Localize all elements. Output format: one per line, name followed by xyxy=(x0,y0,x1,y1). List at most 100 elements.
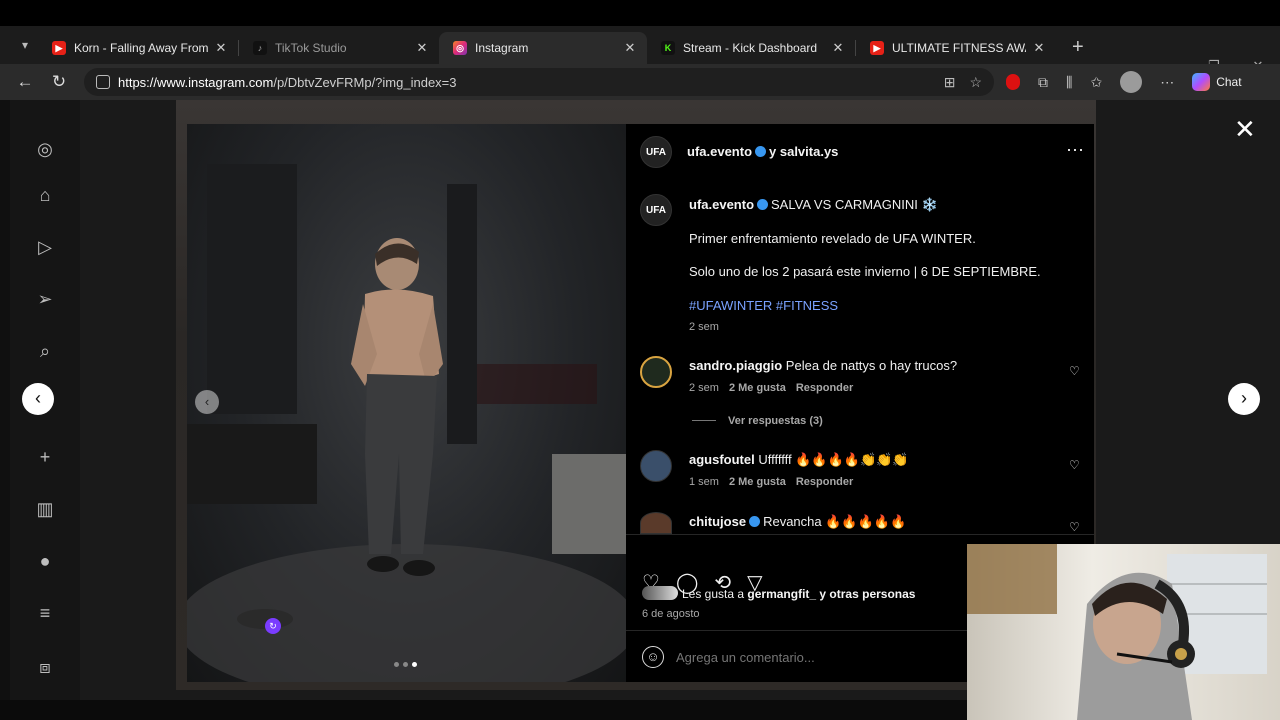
copilot-chat-button[interactable]: Chat xyxy=(1192,73,1242,91)
tab-tiktok-studio[interactable]: ♪ TikTok Studio ✕ xyxy=(239,32,439,64)
close-icon[interactable]: ✕ xyxy=(1032,40,1046,56)
close-icon[interactable]: ✕ xyxy=(831,40,845,56)
search-icon[interactable]: ⌕ xyxy=(34,340,56,362)
tab-kick-dashboard[interactable]: K Stream - Kick Dashboard ✕ xyxy=(647,32,855,64)
tab-ultimate-fitness[interactable]: ▶ ULTIMATE FITNESS AWARDS 8/ ✕ xyxy=(856,32,1056,64)
comment-likes[interactable]: 2 Me gusta xyxy=(729,476,786,488)
caption-line-2: Solo uno de los 2 pasará este invierno |… xyxy=(689,264,1041,279)
url-field[interactable]: https://www.instagram.com/p/DbtvZevFRMp/… xyxy=(84,68,994,96)
favorite-star-icon[interactable]: ☆ xyxy=(969,74,982,91)
reply-button[interactable]: Responder xyxy=(796,382,853,394)
comment-username[interactable]: sandro.piaggio xyxy=(689,358,782,373)
close-modal-icon[interactable]: ✕ xyxy=(1234,114,1256,145)
caption-username[interactable]: ufa.evento xyxy=(689,197,754,212)
comment-text: Ufffffff 🔥🔥🔥🔥👏👏👏 xyxy=(758,452,909,467)
tab-title: Stream - Kick Dashboard xyxy=(683,41,818,55)
favorites-icon[interactable]: ✩ xyxy=(1090,74,1102,91)
reload-icon[interactable]: ↻ xyxy=(42,72,76,92)
copilot-icon xyxy=(1192,73,1211,91)
more-options-icon[interactable]: ⋯ xyxy=(1066,140,1084,161)
comment-username[interactable]: agusfoutel xyxy=(689,452,755,467)
youtube-icon: ▶ xyxy=(870,41,884,55)
header-avatar[interactable]: UFA xyxy=(640,136,672,168)
comment-1: sandro.piaggio Pelea de nattys o hay tru… xyxy=(689,358,957,373)
comment-avatar[interactable] xyxy=(640,356,672,388)
home-icon[interactable]: ⌂ xyxy=(34,184,56,206)
likes-suffix[interactable]: y otras personas xyxy=(819,587,915,601)
streamer-webcam-illustration xyxy=(967,544,1267,720)
close-icon[interactable]: ✕ xyxy=(415,40,429,56)
back-arrow-icon[interactable]: ← xyxy=(8,72,42,92)
profile-icon[interactable]: ● xyxy=(34,550,56,572)
caption-avatar[interactable]: UFA xyxy=(640,194,672,226)
url-host: https://www.instagram.com xyxy=(118,74,274,90)
more-menu-icon[interactable]: ⋯ xyxy=(1160,74,1174,91)
tiktok-icon: ♪ xyxy=(253,41,267,55)
dashboard-icon[interactable]: ▥ xyxy=(34,498,56,520)
carousel-dot-active[interactable] xyxy=(412,662,417,667)
messages-icon[interactable]: ➢ xyxy=(34,288,56,310)
split-screen-icon[interactable]: ⫼ xyxy=(1066,74,1072,91)
menu-icon[interactable]: ≡ xyxy=(34,602,56,624)
extensions-puzzle-icon[interactable]: ⧉ xyxy=(1038,74,1048,91)
new-tab-plus-icon[interactable]: + xyxy=(1072,36,1084,59)
tab-instagram[interactable]: ◎ Instagram ✕ xyxy=(439,32,647,64)
site-info-icon[interactable] xyxy=(96,75,110,89)
address-toolbar: ← ↻ https://www.instagram.com/p/DbtvZevF… xyxy=(0,64,1280,100)
liker-avatars[interactable] xyxy=(642,586,678,600)
next-post-button[interactable]: › xyxy=(1228,383,1260,415)
view-replies[interactable]: Ver respuestas (3) xyxy=(692,415,823,427)
extension-red-icon[interactable] xyxy=(1006,74,1020,90)
carousel-dots xyxy=(394,662,417,667)
comment-avatar[interactable] xyxy=(640,512,672,534)
comment-input[interactable] xyxy=(676,646,976,668)
previous-post-button[interactable]: ‹ xyxy=(22,383,54,415)
tab-title: Instagram xyxy=(475,41,529,55)
comment-2-meta: 1 sem 2 Me gusta Responder xyxy=(689,476,853,488)
comment-likes[interactable]: 2 Me gusta xyxy=(729,382,786,394)
comment-avatar[interactable] xyxy=(640,450,672,482)
view-replies-label[interactable]: Ver respuestas (3) xyxy=(728,415,823,427)
verified-badge-icon xyxy=(757,199,769,210)
more-apps-icon[interactable]: ⧈ xyxy=(34,656,56,678)
screen-top-strip xyxy=(0,0,1280,26)
liker-username[interactable]: germangfit_ xyxy=(747,587,816,601)
close-icon[interactable]: ✕ xyxy=(623,40,637,56)
youtube-icon: ▶ xyxy=(52,41,66,55)
like-comment-heart-icon[interactable]: ♡ xyxy=(1069,520,1080,534)
tab-title: Korn - Falling Away From Me (O xyxy=(74,41,208,55)
like-comment-heart-icon[interactable]: ♡ xyxy=(1069,364,1080,378)
post-photo: ↻ xyxy=(187,124,626,682)
comment-username[interactable]: chitujose xyxy=(689,514,746,529)
caption-title-line: ufa.evento SALVA VS CARMAGNINI ❄️ xyxy=(689,197,938,213)
tab-actions-chevron-icon[interactable]: ▾ xyxy=(12,32,38,58)
comment-age: 2 sem xyxy=(689,382,719,394)
header-collaborator[interactable]: y salvita.ys xyxy=(769,144,838,159)
create-plus-icon[interactable]: + xyxy=(34,446,56,468)
app-available-icon[interactable]: ⊞ xyxy=(944,74,956,91)
tab-korn[interactable]: ▶ Korn - Falling Away From Me (O ✕ xyxy=(38,32,238,64)
likes-summary: Les gusta a germangfit_ y otras personas xyxy=(642,586,915,601)
avatar-text: UFA xyxy=(646,204,666,216)
reels-icon[interactable]: ▷ xyxy=(34,236,56,258)
carousel-dot[interactable] xyxy=(394,662,399,667)
emoji-icon[interactable]: ☺ xyxy=(642,646,664,668)
close-icon[interactable]: ✕ xyxy=(214,40,228,56)
verified-badge-icon xyxy=(755,146,767,157)
url-path: /p/DbtvZevFRMp/?img_index=3 xyxy=(273,74,457,90)
comment-text: Pelea de nattys o hay trucos? xyxy=(785,358,958,373)
header-username[interactable]: ufa.evento xyxy=(687,144,752,159)
chat-label: Chat xyxy=(1216,75,1242,89)
carousel-dot[interactable] xyxy=(403,662,408,667)
comment-2: agusfoutel Ufffffff 🔥🔥🔥🔥👏👏👏 xyxy=(689,452,909,468)
photo-previous-icon[interactable]: ‹ xyxy=(195,390,219,414)
kick-icon: K xyxy=(661,41,675,55)
instagram-logo-icon[interactable]: ◎ xyxy=(34,138,56,160)
browser-tab-bar: ▾ ▶ Korn - Falling Away From Me (O ✕ ♪ T… xyxy=(0,26,1280,73)
like-comment-heart-icon[interactable]: ♡ xyxy=(1069,458,1080,472)
audio-badge-icon[interactable]: ↻ xyxy=(265,618,281,634)
reply-button[interactable]: Responder xyxy=(796,476,853,488)
caption-hashtags[interactable]: #UFAWINTER #FITNESS xyxy=(689,298,838,313)
webcam-overlay xyxy=(967,544,1280,720)
profile-avatar-icon[interactable] xyxy=(1120,71,1143,93)
